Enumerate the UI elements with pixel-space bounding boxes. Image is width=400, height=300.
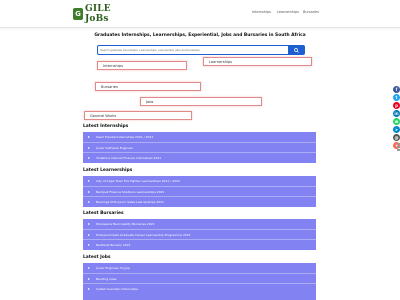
- list-item[interactable]: Calbet Guardian Internships: [83, 283, 316, 294]
- category-learnerships[interactable]: Learnerships: [203, 57, 312, 66]
- bullet-icon: [88, 136, 90, 138]
- section-title-jobs: Latest Jobs: [83, 255, 111, 260]
- list-item[interactable]: Bearings DHK Junior Sales Learnerships 2…: [83, 196, 316, 207]
- list-item[interactable]: City of Cape Town Fire Fighter Learnersh…: [83, 176, 316, 186]
- bullet-icon: [88, 180, 90, 182]
- logo-text: GILE JoBs: [84, 3, 111, 24]
- nav-learnerships[interactable]: Learnerships: [277, 10, 299, 18]
- bullet-icon: [88, 267, 90, 269]
- bullet-icon: [88, 288, 90, 290]
- bullet-icon: [88, 223, 90, 225]
- bullet-icon: [88, 157, 90, 159]
- whatsapp-icon[interactable]: w: [393, 118, 400, 125]
- learnerships-list: City of Cape Town Fire Fighter Learnersh…: [83, 176, 316, 207]
- search-input[interactable]: [100, 46, 285, 54]
- logo-mark: G: [73, 7, 83, 20]
- linkedin-icon[interactable]: in: [393, 110, 400, 117]
- email-icon[interactable]: @: [393, 134, 400, 141]
- list-item[interactable]: Sasol Flexibel Internships 2021 / 2022: [83, 132, 316, 142]
- section-title-learnerships: Latest Learnerships: [83, 168, 133, 173]
- nav-bursaries[interactable]: Bursaries: [303, 10, 319, 18]
- list-item[interactable]: Junior Engineer Vrygrp: [83, 263, 316, 273]
- category-bursaries[interactable]: Bursaries: [95, 82, 201, 91]
- bullet-icon: [88, 201, 90, 203]
- category-internships[interactable]: Internships: [97, 61, 187, 70]
- bullet-icon: [88, 278, 90, 280]
- list-item[interactable]: Vodafone Internal Finance Internships 20…: [83, 152, 316, 163]
- jobs-list: Junior Engineer Vrygrp Banking roles Cal…: [83, 263, 316, 300]
- site-logo[interactable]: G GILE JoBs: [73, 4, 129, 24]
- category-jobs[interactable]: Jobs: [140, 97, 262, 106]
- facebook-icon[interactable]: f: [393, 86, 400, 93]
- page-title: Graduates Internships, Learnerships, Exp…: [94, 33, 306, 38]
- list-item[interactable]: Polokwane Municipality Bursaries 2021: [83, 219, 316, 229]
- bullet-icon: [88, 234, 90, 236]
- search-button[interactable]: [288, 46, 304, 54]
- bullet-icon: [88, 244, 90, 246]
- section-title-internships: Latest Internships: [83, 124, 129, 129]
- section-title-bursaries: Latest Bursaries: [83, 211, 124, 216]
- twitter-icon[interactable]: t: [393, 94, 400, 101]
- search-bar: [97, 45, 305, 55]
- pinterest-icon[interactable]: p: [393, 102, 400, 109]
- nav-internships[interactable]: Internships: [252, 10, 271, 18]
- internships-list: Sasol Flexibel Internships 2021 / 2022 J…: [83, 132, 316, 163]
- list-item[interactable]: Nedbank Bursary 2021: [83, 239, 316, 250]
- top-navbar: G GILE JoBs Internships Learnerships Bur…: [0, 0, 400, 28]
- search-icon: [293, 47, 299, 53]
- bullet-icon: [88, 147, 90, 149]
- telegram-icon[interactable]: ➤: [393, 126, 400, 133]
- bursaries-list: Polokwane Municipality Bursaries 2021 Ho…: [83, 219, 316, 250]
- category-general-works[interactable]: General Works: [84, 111, 192, 120]
- bullet-icon: [88, 191, 90, 193]
